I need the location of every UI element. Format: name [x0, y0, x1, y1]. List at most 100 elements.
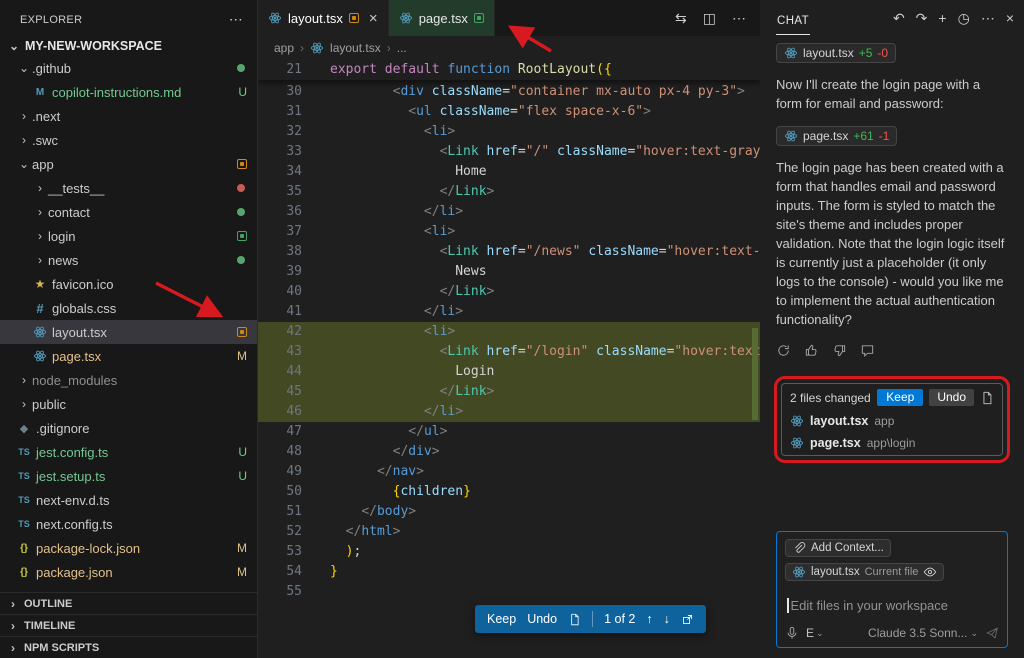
tree-item-next.config.ts[interactable]: TSnext.config.ts: [0, 512, 257, 536]
code-line-54[interactable]: 54}: [258, 562, 760, 582]
tree-item-news[interactable]: ›news: [0, 248, 257, 272]
feedback-icon[interactable]: [860, 343, 875, 358]
code-line-45[interactable]: 45 </Link>: [258, 382, 760, 402]
line-number: 35: [258, 182, 302, 202]
code-line-30[interactable]: 30 <div className="container mx-auto px-…: [258, 82, 760, 102]
tree-item-layout.tsx[interactable]: layout.tsx: [0, 320, 257, 344]
code-line-35[interactable]: 35 </Link>: [258, 182, 760, 202]
chat-input[interactable]: Add Context... layout.tsx Current file E…: [776, 531, 1008, 648]
tree-item-contact[interactable]: ›contact: [0, 200, 257, 224]
code-line-36[interactable]: 36 </li>: [258, 202, 760, 222]
code-line-43[interactable]: 43 <Link href="/login" className="hover:…: [258, 342, 760, 362]
tree-item-.github[interactable]: ⌄.github: [0, 56, 257, 80]
tree-item-package.json[interactable]: {}package.jsonM: [0, 560, 257, 584]
code-line-47[interactable]: 47 </ul>: [258, 422, 760, 442]
tree-item-__tests__[interactable]: ›__tests__: [0, 176, 257, 200]
git-status-badge: M: [237, 565, 247, 579]
next-change-icon[interactable]: ↓: [664, 612, 670, 626]
code-line-44[interactable]: 44 Login: [258, 362, 760, 382]
tree-item-copilot-instructions.md[interactable]: Mcopilot-instructions.mdU: [0, 80, 257, 104]
attached-file-chip[interactable]: layout.tsx Current file: [785, 563, 944, 581]
code-line-42[interactable]: 42 <li>: [258, 322, 760, 342]
undo-icon[interactable]: ↶: [893, 10, 905, 27]
changed-file-row[interactable]: page.tsx app\login: [782, 433, 1002, 455]
toggle-layout-icon[interactable]: ⇆: [675, 10, 687, 27]
code-line-50[interactable]: 50 {children}: [258, 482, 760, 502]
model-picker[interactable]: Claude 3.5 Sonn... ⌄: [868, 626, 978, 640]
line-number: 45: [258, 382, 302, 402]
code-line-37[interactable]: 37 <li>: [258, 222, 760, 242]
chat-input-field[interactable]: Edit files in your workspace: [787, 598, 999, 613]
explorer-header: EXPLORER ⋯: [0, 0, 257, 36]
tab-layout-tsx[interactable]: layout.tsx ×: [258, 0, 389, 36]
timeline-section[interactable]: › TIMELINE: [0, 614, 257, 636]
tree-item-favicon.ico[interactable]: ★favicon.ico: [0, 272, 257, 296]
code-line-52[interactable]: 52 </html>: [258, 522, 760, 542]
split-editor-icon[interactable]: ◫: [703, 10, 716, 27]
outline-section[interactable]: › OUTLINE: [0, 592, 257, 614]
keep-all-button[interactable]: Keep: [877, 389, 923, 406]
code-line-39[interactable]: 39 News: [258, 262, 760, 282]
mic-icon[interactable]: [785, 626, 799, 640]
thumbs-down-icon[interactable]: [832, 343, 847, 358]
regenerate-icon[interactable]: [776, 343, 791, 358]
keep-button[interactable]: Keep: [487, 612, 516, 626]
tree-item-page.tsx[interactable]: page.tsxM: [0, 344, 257, 368]
code-line-40[interactable]: 40 </Link>: [258, 282, 760, 302]
open-diff-icon[interactable]: [568, 613, 581, 626]
code-line-55[interactable]: 55: [258, 582, 760, 602]
tab-page-tsx[interactable]: page.tsx: [389, 0, 495, 36]
add-context-button[interactable]: Add Context...: [785, 539, 891, 557]
undo-all-button[interactable]: Undo: [929, 389, 974, 406]
undo-button[interactable]: Undo: [527, 612, 557, 626]
tree-item-login[interactable]: ›login: [0, 224, 257, 248]
new-chat-icon[interactable]: +: [938, 10, 946, 27]
tree-item-next-env.d.ts[interactable]: TSnext-env.d.ts: [0, 488, 257, 512]
npm-scripts-section[interactable]: › NPM SCRIPTS: [0, 636, 257, 658]
code-line-33[interactable]: 33 <Link href="/" className="hover:text-…: [258, 142, 760, 162]
eye-icon[interactable]: [923, 565, 937, 579]
breadcrumb[interactable]: app › layout.tsx › ...: [258, 36, 760, 60]
code-line-49[interactable]: 49 </nav>: [258, 462, 760, 482]
tree-item-.gitignore[interactable]: ◆.gitignore: [0, 416, 257, 440]
code-line-41[interactable]: 41 </li>: [258, 302, 760, 322]
code-line-21[interactable]: 21export default function RootLayout({: [258, 60, 760, 80]
more-icon[interactable]: ⋯: [981, 10, 995, 27]
mode-picker[interactable]: E ⌄: [806, 626, 824, 640]
thumbs-up-icon[interactable]: [804, 343, 819, 358]
tree-item-public[interactable]: ›public: [0, 392, 257, 416]
tree-item-package-lock.json[interactable]: {}package-lock.jsonM: [0, 536, 257, 560]
file-change-chip-layout[interactable]: layout.tsx +5 -0: [776, 43, 896, 63]
tree-item-node_modules[interactable]: ›node_modules: [0, 368, 257, 392]
view-changes-icon[interactable]: [980, 391, 994, 405]
chevron-right-icon: ›: [5, 642, 21, 654]
tree-item-jest.setup.ts[interactable]: TSjest.setup.tsU: [0, 464, 257, 488]
chat-tab[interactable]: CHAT: [776, 7, 810, 35]
code-line-34[interactable]: 34 Home: [258, 162, 760, 182]
code-line-32[interactable]: 32 <li>: [258, 122, 760, 142]
close-icon[interactable]: ×: [1006, 10, 1014, 27]
history-icon[interactable]: ◷: [958, 10, 970, 27]
code-line-46[interactable]: 46 </li>: [258, 402, 760, 422]
more-actions-icon[interactable]: ⋯: [229, 11, 243, 28]
code-line-31[interactable]: 31 <ul className="flex space-x-6">: [258, 102, 760, 122]
send-icon[interactable]: [985, 626, 999, 640]
workspace-root[interactable]: ⌄ MY-NEW-WORKSPACE: [0, 36, 257, 56]
previous-change-icon[interactable]: ↑: [646, 612, 652, 626]
code-line-51[interactable]: 51 </body>: [258, 502, 760, 522]
tree-item-jest.config.ts[interactable]: TSjest.config.tsU: [0, 440, 257, 464]
code-editor[interactable]: 21export default function RootLayout({ 3…: [258, 60, 760, 658]
more-actions-icon[interactable]: ⋯: [732, 10, 746, 27]
changed-file-row[interactable]: layout.tsx app: [782, 411, 1002, 433]
tree-item-.swc[interactable]: ›.swc: [0, 128, 257, 152]
redo-icon[interactable]: ↷: [916, 10, 928, 27]
code-line-53[interactable]: 53 );: [258, 542, 760, 562]
code-line-38[interactable]: 38 <Link href="/news" className="hover:t…: [258, 242, 760, 262]
code-line-48[interactable]: 48 </div>: [258, 442, 760, 462]
tree-item-app[interactable]: ⌄app: [0, 152, 257, 176]
tree-item-globals.css[interactable]: #globals.css: [0, 296, 257, 320]
tree-item-.next[interactable]: ›.next: [0, 104, 257, 128]
file-change-chip-page[interactable]: page.tsx +61 -1: [776, 126, 897, 146]
open-in-editor-icon[interactable]: [681, 613, 694, 626]
close-icon[interactable]: ×: [369, 10, 378, 27]
